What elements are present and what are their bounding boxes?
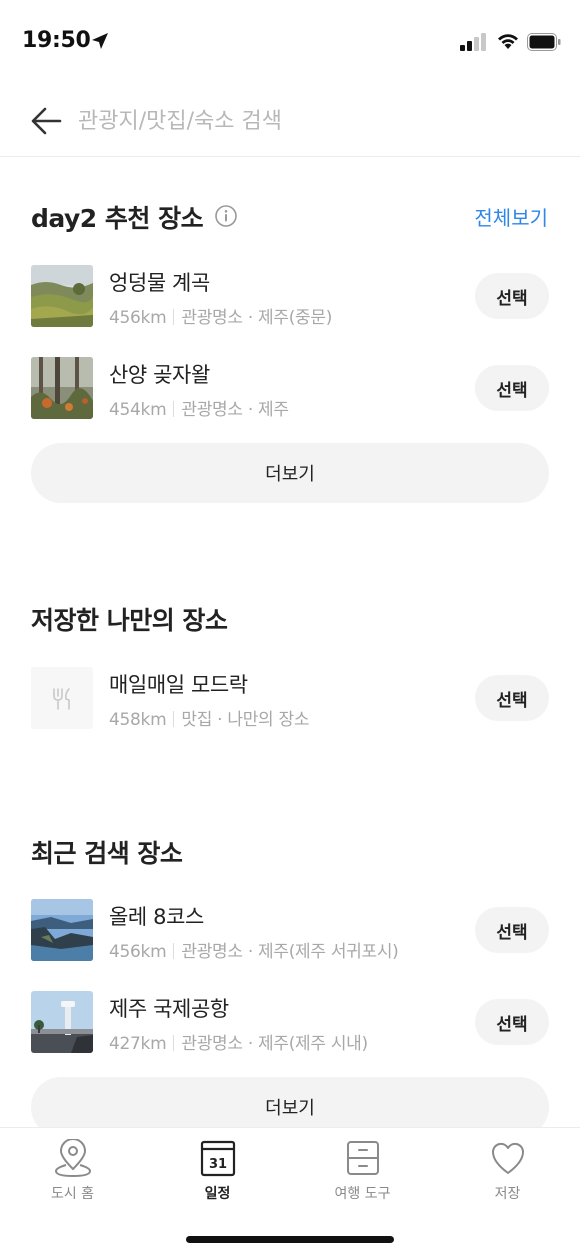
back-arrow-icon[interactable] — [30, 106, 62, 136]
list-item[interactable]: 올레 8코스 456km 관광명소 · 제주(제주 서귀포시) 선택 — [0, 899, 580, 962]
status-time: 19:50 — [22, 28, 91, 53]
select-button[interactable]: 선택 — [475, 273, 549, 319]
place-name: 올레 8코스 — [109, 905, 204, 929]
saved-section-title: 저장한 나만의 장소 — [31, 606, 228, 635]
meta-divider — [173, 943, 175, 959]
tab-travel-tools[interactable]: 여행 도구 — [290, 1128, 435, 1218]
place-name: 엉덩물 계곡 — [109, 271, 210, 295]
meta-divider — [173, 1035, 175, 1051]
heart-icon — [491, 1142, 525, 1174]
place-thumbnail — [31, 357, 93, 419]
place-distance: 458km — [109, 710, 167, 730]
select-button[interactable]: 선택 — [475, 365, 549, 411]
select-button[interactable]: 선택 — [475, 675, 549, 721]
location-pin-icon — [54, 1139, 92, 1178]
place-distance: 456km — [109, 942, 167, 962]
meta-divider — [173, 309, 175, 325]
place-info: 관광명소 · 제주 — [181, 400, 289, 420]
meta-divider — [173, 711, 175, 727]
tab-label: 도시 홈 — [50, 1186, 95, 1202]
place-name: 산양 곶자왈 — [109, 363, 210, 387]
place-info: 맛집 · 나만의 장소 — [181, 710, 310, 730]
search-bar — [0, 86, 580, 157]
place-distance: 427km — [109, 1034, 167, 1054]
select-button[interactable]: 선택 — [475, 907, 549, 953]
tab-label: 저장 — [494, 1186, 521, 1202]
status-bar: 19:50 — [0, 0, 580, 86]
place-meta: 427km 관광명소 · 제주(제주 시내) — [109, 1029, 368, 1054]
place-info: 관광명소 · 제주(제주 시내) — [181, 1034, 368, 1054]
list-item[interactable]: 엉덩물 계곡 456km 관광명소 · 제주(중문) 선택 — [0, 265, 580, 328]
recommended-more-button[interactable]: 더보기 — [31, 443, 549, 503]
list-item[interactable]: 제주 국제공항 427km 관광명소 · 제주(제주 시내) 선택 — [0, 991, 580, 1054]
tab-saved[interactable]: 저장 — [435, 1128, 580, 1218]
place-distance: 456km — [109, 308, 167, 328]
see-all-link[interactable]: 전체보기 — [474, 202, 548, 231]
wifi-icon — [498, 34, 518, 49]
place-thumbnail — [31, 899, 93, 961]
cellular-signal-icon — [460, 33, 486, 51]
place-name: 제주 국제공항 — [109, 997, 229, 1021]
place-meta: 456km 관광명소 · 제주(제주 서귀포시) — [109, 937, 399, 962]
place-info: 관광명소 · 제주(중문) — [181, 308, 333, 328]
place-meta: 454km 관광명소 · 제주 — [109, 395, 289, 420]
list-item[interactable]: 산양 곶자왈 454km 관광명소 · 제주 선택 — [0, 357, 580, 420]
recommended-section-title: day2 추천 장소 — [31, 204, 204, 233]
restaurant-icon — [31, 667, 93, 729]
place-thumbnail — [31, 991, 93, 1053]
location-arrow-icon — [92, 33, 108, 49]
tab-city-home[interactable]: 도시 홈 — [0, 1128, 145, 1218]
calendar-day-text: 31 — [209, 1157, 227, 1172]
tab-label: 일정 — [204, 1186, 231, 1202]
recent-section-title: 최근 검색 장소 — [31, 839, 183, 868]
place-distance: 454km — [109, 400, 167, 420]
place-info: 관광명소 · 제주(제주 서귀포시) — [181, 942, 399, 962]
tab-schedule[interactable]: 31 일정 — [145, 1128, 290, 1218]
list-item[interactable]: 매일매일 모드락 458km 맛집 · 나만의 장소 선택 — [0, 667, 580, 730]
place-meta: 456km 관광명소 · 제주(중문) — [109, 303, 332, 328]
info-icon[interactable] — [214, 204, 238, 228]
meta-divider — [173, 401, 175, 417]
home-indicator — [186, 1236, 394, 1243]
place-name: 매일매일 모드락 — [109, 673, 248, 697]
place-thumbnail — [31, 265, 93, 327]
toolbox-icon — [347, 1141, 379, 1175]
select-button[interactable]: 선택 — [475, 999, 549, 1045]
battery-icon — [527, 33, 561, 51]
tab-label: 여행 도구 — [334, 1186, 391, 1202]
search-input[interactable] — [78, 104, 538, 138]
calendar-icon: 31 — [200, 1140, 236, 1177]
place-meta: 458km 맛집 · 나만의 장소 — [109, 705, 309, 730]
